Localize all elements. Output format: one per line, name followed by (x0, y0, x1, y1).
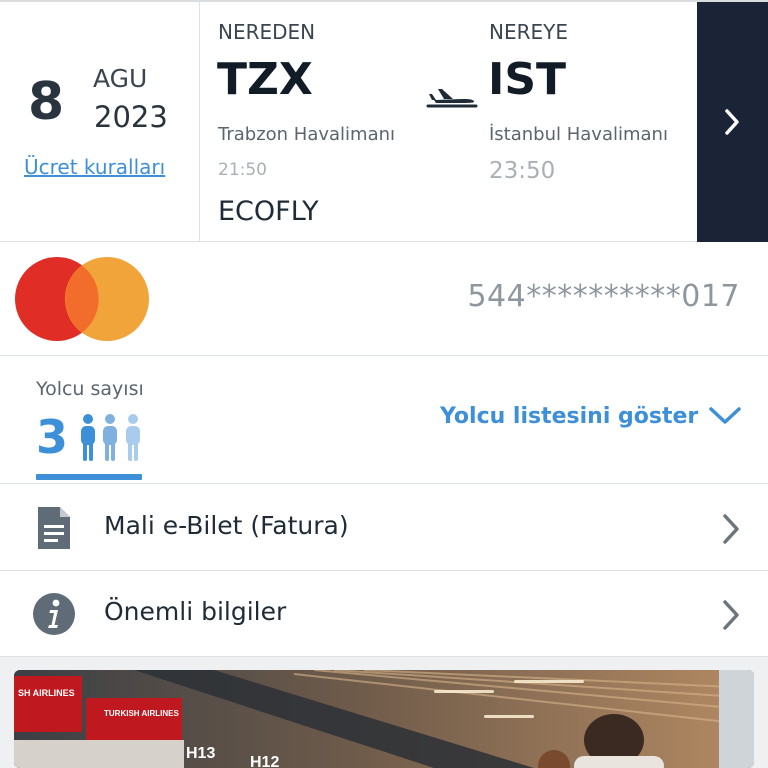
flight-date-column: 8 AGU 2023 Ücret kuralları (0, 2, 200, 242)
banner-gate-sign: H12 (250, 754, 279, 768)
fare-rules-link[interactable]: Ücret kuralları (24, 155, 165, 179)
destination-airport: İstanbul Havalimanı (489, 124, 668, 145)
flight-month: AGU (93, 64, 148, 93)
arrival-time: 23:50 (489, 158, 556, 184)
mastercard-logo (15, 257, 149, 341)
airport-checkin-photo: SH AIRLINES TURKISH AIRLINES H13 H12 (14, 670, 754, 768)
departure-time: 21:50 (218, 160, 267, 180)
banner-sign-text: TURKISH AIRLINES (104, 709, 179, 718)
e-ticket-invoice-label: Mali e-Bilet (Fatura) (104, 511, 349, 540)
chevron-right-icon (723, 600, 739, 630)
important-info-label: Önemli bilgiler (104, 597, 287, 626)
banner-sign-text: SH AIRLINES (18, 688, 75, 698)
passenger-count-underline (36, 474, 142, 480)
flight-day: 8 (28, 72, 65, 132)
card-number: 544**********017 (467, 279, 740, 314)
passenger-count-row: Yolcu sayısı 3 Yolcu listesini göster (0, 356, 768, 484)
important-info-row[interactable]: Önemli bilgiler (0, 571, 768, 657)
e-ticket-invoice-row[interactable]: Mali e-Bilet (Fatura) (0, 485, 768, 571)
passenger-count: 3 (36, 410, 69, 464)
chevron-right-icon (725, 109, 739, 135)
flight-year: 2023 (94, 100, 168, 134)
flight-details-button[interactable] (697, 2, 768, 242)
passenger-figures-icon (81, 414, 140, 461)
info-icon (33, 593, 75, 635)
document-icon (38, 507, 70, 549)
promo-banner-area: SH AIRLINES TURKISH AIRLINES H13 H12 (0, 657, 768, 768)
banner-gate-sign: H13 (186, 745, 215, 762)
passenger-count-label: Yolcu sayısı (36, 378, 144, 400)
chevron-down-icon[interactable] (708, 404, 742, 428)
flight-summary-card: 8 AGU 2023 Ücret kuralları NEREDEN TZX T… (0, 0, 768, 242)
promo-banner[interactable]: SH AIRLINES TURKISH AIRLINES H13 H12 (14, 670, 754, 768)
fare-brand: ECOFLY (218, 196, 319, 227)
destination-code: IST (488, 54, 567, 105)
show-passenger-list-link[interactable]: Yolcu listesini göster (440, 404, 698, 429)
origin-airport: Trabzon Havalimanı (218, 124, 396, 145)
origin-label: NEREDEN (218, 20, 316, 44)
chevron-right-icon (723, 514, 739, 544)
payment-card-row: 544**********017 (0, 242, 768, 356)
plane-icon (426, 89, 478, 108)
destination-label: NEREYE (489, 20, 568, 44)
origin-code: TZX (217, 54, 313, 105)
